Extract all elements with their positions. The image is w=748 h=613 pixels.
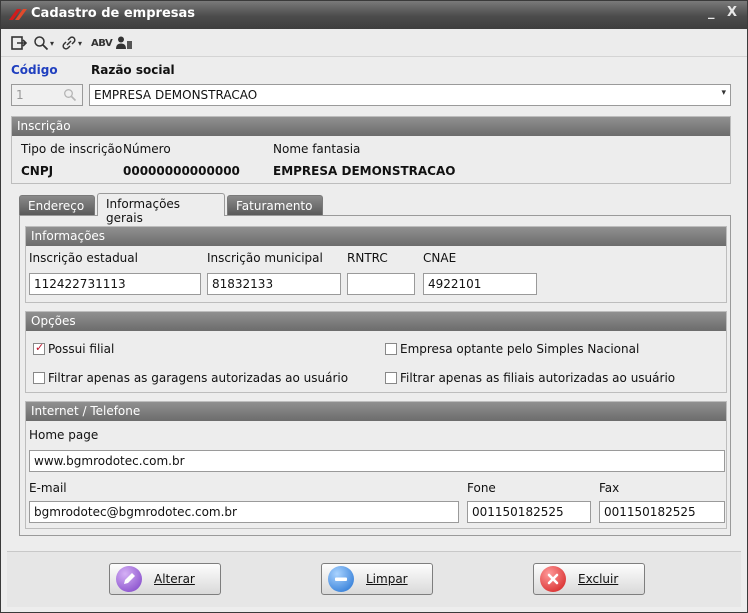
inscricao-estadual-label: Inscrição estadual bbox=[29, 251, 138, 265]
filtrar-garagens-label: Filtrar apenas as garagens autorizadas a… bbox=[48, 371, 349, 385]
codigo-value: 1 bbox=[16, 88, 24, 102]
home-page-label: Home page bbox=[29, 428, 99, 442]
nome-fantasia-label: Nome fantasia bbox=[273, 142, 361, 156]
codigo-field[interactable]: 1 bbox=[11, 84, 83, 106]
informacoes-header: Informações bbox=[26, 227, 726, 246]
email-label: E-mail bbox=[29, 481, 67, 495]
magnifier-icon bbox=[64, 89, 77, 102]
link-menu-button[interactable]: ▾ bbox=[61, 33, 82, 53]
numero-value: 00000000000000 bbox=[123, 164, 240, 178]
search-icon bbox=[34, 36, 49, 51]
email-input[interactable]: bgmrodotec@bgmrodotec.com.br bbox=[29, 501, 459, 523]
opcoes-header: Opções bbox=[26, 312, 726, 331]
app-logo-icon bbox=[9, 9, 27, 20]
tab-informacoes-gerais[interactable]: Informações gerais bbox=[97, 193, 225, 225]
simples-nacional-label: Empresa optante pelo Simples Nacional bbox=[400, 342, 640, 356]
spell-check-button[interactable]: ABV bbox=[91, 33, 113, 53]
rntrc-label: RNTRC bbox=[347, 251, 388, 265]
window-title: Cadastro de empresas bbox=[31, 6, 196, 21]
cnae-input[interactable]: 4922101 bbox=[423, 273, 537, 295]
exit-button[interactable] bbox=[11, 33, 27, 53]
inscricao-header: Inscrição bbox=[12, 117, 730, 136]
spell-check-icon: ABV bbox=[91, 37, 113, 49]
filtrar-filiais-label: Filtrar apenas as filiais autorizadas ao… bbox=[400, 371, 676, 385]
limpar-button[interactable]: Limpar bbox=[321, 563, 433, 595]
chevron-down-icon: ▾ bbox=[50, 38, 55, 48]
tipo-inscricao-value: CNPJ bbox=[21, 164, 54, 178]
checkbox-unchecked-icon bbox=[33, 372, 45, 384]
rntrc-input[interactable] bbox=[347, 273, 415, 295]
checkbox-unchecked-icon bbox=[385, 372, 397, 384]
tab-faturamento[interactable]: Faturamento bbox=[227, 195, 323, 215]
excluir-button[interactable]: Excluir bbox=[533, 563, 645, 595]
simples-nacional-checkbox[interactable]: Empresa optante pelo Simples Nacional bbox=[385, 342, 639, 356]
checkbox-unchecked-icon bbox=[385, 343, 397, 355]
fone-input[interactable]: 001150182525 bbox=[467, 501, 591, 523]
tipo-inscricao-label: Tipo de inscrição bbox=[21, 142, 123, 156]
fone-label: Fone bbox=[467, 481, 496, 495]
minimize-button[interactable]: _ bbox=[708, 5, 715, 20]
fax-label: Fax bbox=[599, 481, 620, 495]
nome-fantasia-value: EMPRESA DEMONSTRACAO bbox=[273, 164, 456, 178]
razao-social-label: Razão social bbox=[91, 63, 175, 77]
title-bar[interactable]: Cadastro de empresas _ X bbox=[1, 1, 747, 29]
alterar-button[interactable]: Alterar bbox=[109, 563, 221, 595]
filtrar-filiais-checkbox[interactable]: Filtrar apenas as filiais autorizadas ao… bbox=[385, 371, 675, 385]
razao-social-combo[interactable]: EMPRESA DEMONSTRACAO ▾ bbox=[89, 84, 731, 106]
excluir-label: Excluir bbox=[578, 572, 619, 586]
link-icon bbox=[62, 36, 76, 50]
chevron-down-icon: ▾ bbox=[78, 38, 83, 48]
home-page-input[interactable]: www.bgmrodotec.com.br bbox=[29, 450, 725, 472]
delete-icon bbox=[540, 566, 566, 592]
razao-social-value: EMPRESA DEMONSTRACAO bbox=[94, 88, 258, 102]
numero-label: Número bbox=[123, 142, 171, 156]
inscricao-estadual-input[interactable]: 112422731113 bbox=[29, 273, 201, 295]
possui-filial-checkbox[interactable]: Possui filial bbox=[33, 341, 115, 356]
fax-input[interactable]: 001150182525 bbox=[599, 501, 725, 523]
edit-icon bbox=[116, 566, 142, 592]
tab-endereco[interactable]: Endereço bbox=[19, 195, 95, 215]
inscricao-municipal-input[interactable]: 81832133 bbox=[207, 273, 341, 295]
exit-icon bbox=[11, 36, 27, 50]
toolbar: ▾ ▾ ABV bbox=[1, 29, 747, 57]
limpar-label: Limpar bbox=[366, 572, 408, 586]
minus-icon bbox=[328, 566, 354, 592]
possui-filial-label: Possui filial bbox=[48, 342, 115, 356]
close-button[interactable]: X bbox=[727, 5, 737, 20]
company-registration-window: Cadastro de empresas _ X ▾ ▾ ABV Código … bbox=[0, 0, 748, 613]
search-menu-button[interactable]: ▾ bbox=[33, 33, 54, 53]
internet-telefone-header: Internet / Telefone bbox=[26, 402, 726, 421]
inscricao-municipal-label: Inscrição municipal bbox=[207, 251, 323, 265]
codigo-label: Código bbox=[11, 63, 58, 77]
cnae-label: CNAE bbox=[423, 251, 457, 265]
filtrar-garagens-checkbox[interactable]: Filtrar apenas as garagens autorizadas a… bbox=[33, 371, 348, 385]
users-icon bbox=[116, 36, 132, 49]
users-button[interactable] bbox=[115, 33, 133, 53]
chevron-down-icon[interactable]: ▾ bbox=[721, 88, 726, 98]
alterar-label: Alterar bbox=[154, 572, 195, 586]
checkbox-checked-icon bbox=[33, 341, 45, 355]
